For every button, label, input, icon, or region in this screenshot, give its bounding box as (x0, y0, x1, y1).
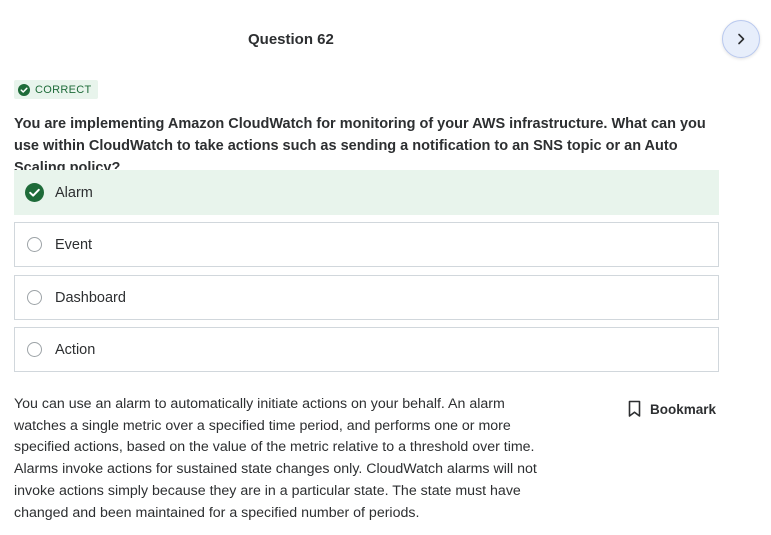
bookmark-label: Bookmark (650, 401, 717, 417)
answer-option-label: Alarm (55, 184, 93, 201)
answer-option-label: Event (55, 236, 93, 253)
bookmark-icon (627, 400, 642, 418)
bookmark-button[interactable]: Bookmark (627, 400, 716, 418)
radio-button[interactable] (27, 237, 42, 252)
question-title: Question 62 (248, 31, 334, 48)
answer-option-label: Action (55, 341, 96, 358)
answer-option-2[interactable]: Event (14, 222, 719, 267)
status-badge-label: CORRECT (35, 83, 92, 96)
status-badge: CORRECT (14, 80, 98, 99)
check-circle-icon (25, 183, 44, 202)
explanation-text: You can use an alarm to automatically in… (14, 396, 537, 521)
answer-option-3[interactable]: Dashboard (14, 275, 719, 320)
answer-option-4[interactable]: Action (14, 327, 719, 372)
answer-option-label: Dashboard (55, 289, 126, 306)
radio-button[interactable] (27, 342, 42, 357)
answer-option-1[interactable]: Alarm (14, 170, 719, 215)
next-question-button[interactable] (722, 20, 760, 58)
radio-button[interactable] (27, 290, 42, 305)
check-circle-icon (18, 83, 30, 96)
chevron-right-icon (738, 33, 745, 45)
